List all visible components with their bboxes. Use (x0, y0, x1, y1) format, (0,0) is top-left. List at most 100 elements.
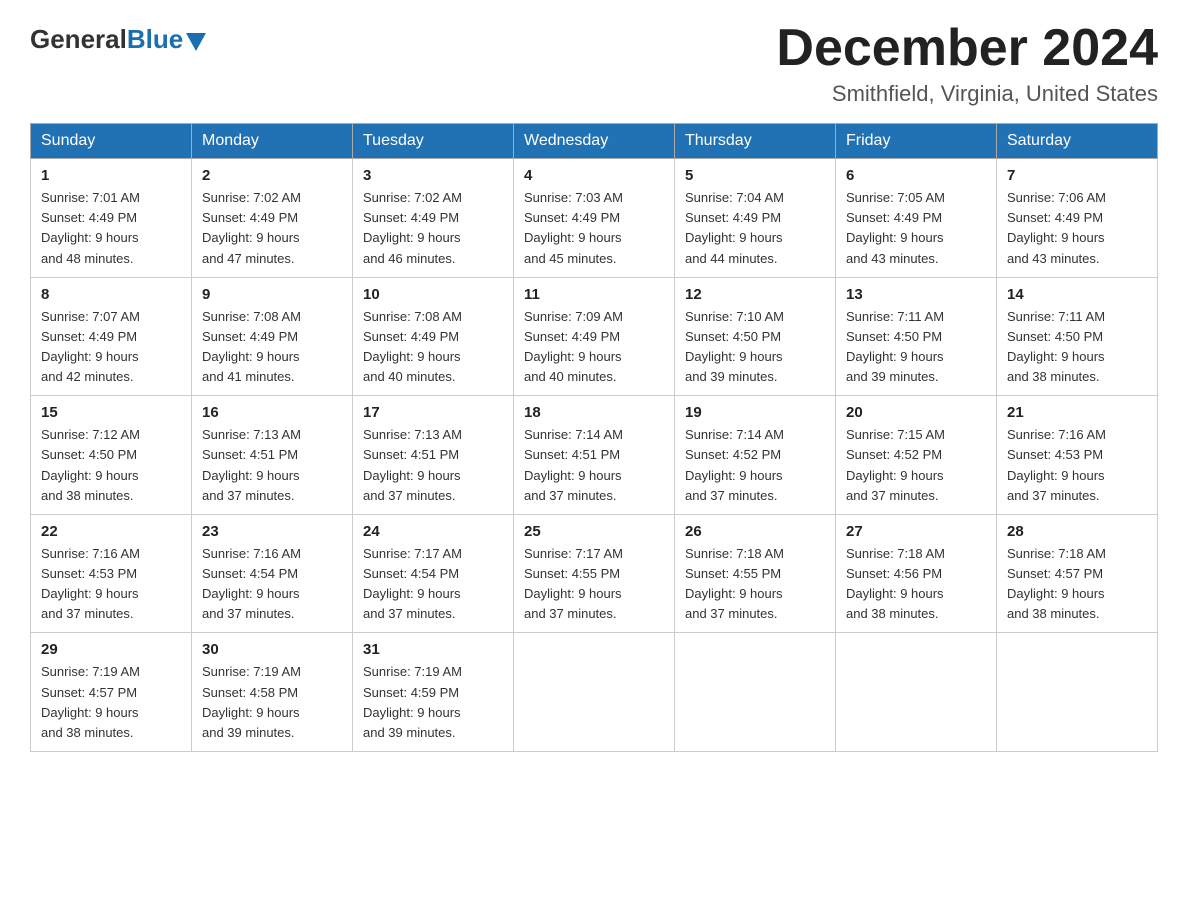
table-row: 16 Sunrise: 7:13 AMSunset: 4:51 PMDayligh… (192, 396, 353, 515)
table-row: 15 Sunrise: 7:12 AMSunset: 4:50 PMDayligh… (31, 396, 192, 515)
day-info: Sunrise: 7:05 AMSunset: 4:49 PMDaylight:… (846, 188, 986, 269)
logo-blue-part: Blue (127, 24, 206, 55)
table-row: 21 Sunrise: 7:16 AMSunset: 4:53 PMDayligh… (997, 396, 1158, 515)
day-info: Sunrise: 7:18 AMSunset: 4:55 PMDaylight:… (685, 544, 825, 625)
day-info: Sunrise: 7:19 AMSunset: 4:57 PMDaylight:… (41, 662, 181, 743)
header-tuesday: Tuesday (353, 124, 514, 159)
calendar-header-row: Sunday Monday Tuesday Wednesday Thursday… (31, 124, 1158, 159)
day-info: Sunrise: 7:19 AMSunset: 4:58 PMDaylight:… (202, 662, 342, 743)
day-number: 29 (41, 641, 181, 658)
day-info: Sunrise: 7:18 AMSunset: 4:57 PMDaylight:… (1007, 544, 1147, 625)
table-row: 5 Sunrise: 7:04 AMSunset: 4:49 PMDaylight… (675, 159, 836, 278)
day-number: 7 (1007, 167, 1147, 184)
day-info: Sunrise: 7:01 AMSunset: 4:49 PMDaylight:… (41, 188, 181, 269)
table-row (675, 633, 836, 752)
day-number: 20 (846, 404, 986, 421)
table-row: 9 Sunrise: 7:08 AMSunset: 4:49 PMDaylight… (192, 277, 353, 396)
day-number: 31 (363, 641, 503, 658)
day-number: 22 (41, 523, 181, 540)
table-row: 6 Sunrise: 7:05 AMSunset: 4:49 PMDaylight… (836, 159, 997, 278)
day-info: Sunrise: 7:12 AMSunset: 4:50 PMDaylight:… (41, 425, 181, 506)
table-row (997, 633, 1158, 752)
day-info: Sunrise: 7:17 AMSunset: 4:55 PMDaylight:… (524, 544, 664, 625)
day-number: 14 (1007, 286, 1147, 303)
day-number: 18 (524, 404, 664, 421)
calendar-week-row: 15 Sunrise: 7:12 AMSunset: 4:50 PMDayligh… (31, 396, 1158, 515)
calendar-week-row: 29 Sunrise: 7:19 AMSunset: 4:57 PMDayligh… (31, 633, 1158, 752)
day-number: 30 (202, 641, 342, 658)
table-row: 25 Sunrise: 7:17 AMSunset: 4:55 PMDayligh… (514, 514, 675, 633)
day-info: Sunrise: 7:02 AMSunset: 4:49 PMDaylight:… (202, 188, 342, 269)
day-number: 26 (685, 523, 825, 540)
day-number: 8 (41, 286, 181, 303)
day-info: Sunrise: 7:18 AMSunset: 4:56 PMDaylight:… (846, 544, 986, 625)
table-row: 2 Sunrise: 7:02 AMSunset: 4:49 PMDaylight… (192, 159, 353, 278)
day-number: 10 (363, 286, 503, 303)
table-row: 23 Sunrise: 7:16 AMSunset: 4:54 PMDayligh… (192, 514, 353, 633)
calendar-week-row: 1Sunrise: 7:01 AMSunset: 4:49 PMDaylight… (31, 159, 1158, 278)
table-row: 24 Sunrise: 7:17 AMSunset: 4:54 PMDayligh… (353, 514, 514, 633)
table-row: 14 Sunrise: 7:11 AMSunset: 4:50 PMDayligh… (997, 277, 1158, 396)
day-info: Sunrise: 7:13 AMSunset: 4:51 PMDaylight:… (363, 425, 503, 506)
logo-triangle-icon (186, 33, 206, 51)
page-header: General Blue December 2024 Smithfield, V… (30, 20, 1158, 107)
day-info: Sunrise: 7:11 AMSunset: 4:50 PMDaylight:… (1007, 307, 1147, 388)
day-info: Sunrise: 7:02 AMSunset: 4:49 PMDaylight:… (363, 188, 503, 269)
day-info: Sunrise: 7:08 AMSunset: 4:49 PMDaylight:… (363, 307, 503, 388)
logo: General Blue (30, 20, 206, 55)
day-info: Sunrise: 7:11 AMSunset: 4:50 PMDaylight:… (846, 307, 986, 388)
header-thursday: Thursday (675, 124, 836, 159)
day-number: 27 (846, 523, 986, 540)
day-number: 6 (846, 167, 986, 184)
table-row: 12Sunrise: 7:10 AMSunset: 4:50 PMDayligh… (675, 277, 836, 396)
day-number: 25 (524, 523, 664, 540)
header-friday: Friday (836, 124, 997, 159)
day-info: Sunrise: 7:09 AMSunset: 4:49 PMDaylight:… (524, 307, 664, 388)
day-number: 3 (363, 167, 503, 184)
table-row: 13 Sunrise: 7:11 AMSunset: 4:50 PMDayligh… (836, 277, 997, 396)
table-row: 18 Sunrise: 7:14 AMSunset: 4:51 PMDayligh… (514, 396, 675, 515)
day-info: Sunrise: 7:16 AMSunset: 4:53 PMDaylight:… (1007, 425, 1147, 506)
day-info: Sunrise: 7:13 AMSunset: 4:51 PMDaylight:… (202, 425, 342, 506)
table-row: 31 Sunrise: 7:19 AMSunset: 4:59 PMDayligh… (353, 633, 514, 752)
table-row: 29 Sunrise: 7:19 AMSunset: 4:57 PMDayligh… (31, 633, 192, 752)
day-info: Sunrise: 7:16 AMSunset: 4:54 PMDaylight:… (202, 544, 342, 625)
calendar-week-row: 22Sunrise: 7:16 AMSunset: 4:53 PMDayligh… (31, 514, 1158, 633)
day-number: 24 (363, 523, 503, 540)
table-row: 20 Sunrise: 7:15 AMSunset: 4:52 PMDayligh… (836, 396, 997, 515)
day-number: 15 (41, 404, 181, 421)
header-saturday: Saturday (997, 124, 1158, 159)
day-number: 19 (685, 404, 825, 421)
day-number: 17 (363, 404, 503, 421)
table-row: 27 Sunrise: 7:18 AMSunset: 4:56 PMDayligh… (836, 514, 997, 633)
day-info: Sunrise: 7:06 AMSunset: 4:49 PMDaylight:… (1007, 188, 1147, 269)
day-info: Sunrise: 7:14 AMSunset: 4:52 PMDaylight:… (685, 425, 825, 506)
day-number: 28 (1007, 523, 1147, 540)
day-number: 2 (202, 167, 342, 184)
day-info: Sunrise: 7:08 AMSunset: 4:49 PMDaylight:… (202, 307, 342, 388)
header-monday: Monday (192, 124, 353, 159)
day-number: 4 (524, 167, 664, 184)
logo-blue-text: Blue (127, 24, 183, 55)
day-info: Sunrise: 7:14 AMSunset: 4:51 PMDaylight:… (524, 425, 664, 506)
table-row: 3 Sunrise: 7:02 AMSunset: 4:49 PMDaylight… (353, 159, 514, 278)
day-info: Sunrise: 7:15 AMSunset: 4:52 PMDaylight:… (846, 425, 986, 506)
table-row: 22Sunrise: 7:16 AMSunset: 4:53 PMDayligh… (31, 514, 192, 633)
day-number: 21 (1007, 404, 1147, 421)
day-number: 23 (202, 523, 342, 540)
day-info: Sunrise: 7:03 AMSunset: 4:49 PMDaylight:… (524, 188, 664, 269)
day-number: 13 (846, 286, 986, 303)
day-info: Sunrise: 7:07 AMSunset: 4:49 PMDaylight:… (41, 307, 181, 388)
day-info: Sunrise: 7:10 AMSunset: 4:50 PMDaylight:… (685, 307, 825, 388)
day-info: Sunrise: 7:17 AMSunset: 4:54 PMDaylight:… (363, 544, 503, 625)
day-number: 9 (202, 286, 342, 303)
table-row (514, 633, 675, 752)
table-row: 11Sunrise: 7:09 AMSunset: 4:49 PMDayligh… (514, 277, 675, 396)
day-number: 5 (685, 167, 825, 184)
day-info: Sunrise: 7:19 AMSunset: 4:59 PMDaylight:… (363, 662, 503, 743)
header-sunday: Sunday (31, 124, 192, 159)
table-row: 7 Sunrise: 7:06 AMSunset: 4:49 PMDaylight… (997, 159, 1158, 278)
table-row: 30 Sunrise: 7:19 AMSunset: 4:58 PMDayligh… (192, 633, 353, 752)
day-number: 16 (202, 404, 342, 421)
day-info: Sunrise: 7:04 AMSunset: 4:49 PMDaylight:… (685, 188, 825, 269)
